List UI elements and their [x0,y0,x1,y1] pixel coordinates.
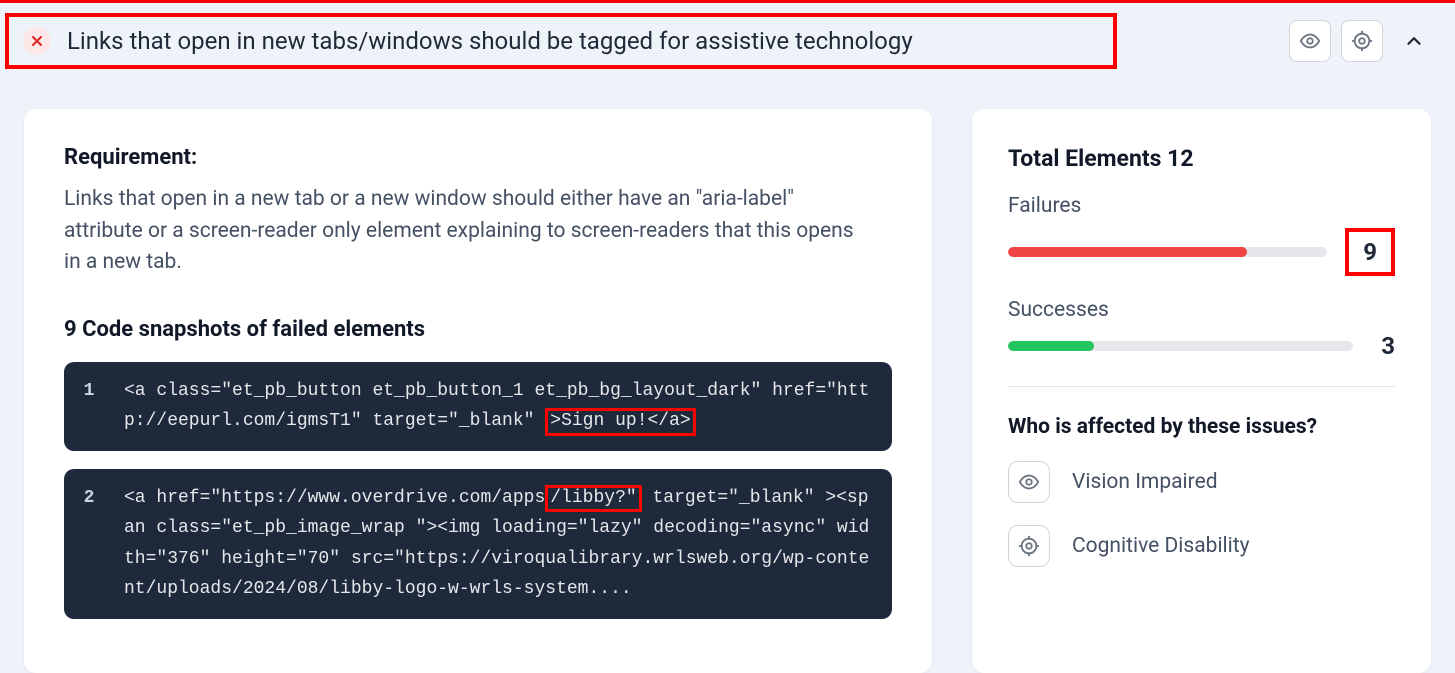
failures-bar [1008,247,1327,257]
code-snapshot: 1 <a class="et_pb_button et_pb_button_1 … [64,362,892,451]
eye-icon-box [1008,461,1050,503]
header-actions [1289,20,1435,62]
successes-bar [1008,341,1353,351]
target-icon-box [1008,525,1050,567]
failures-label: Failures [1008,194,1395,218]
successes-stat: Successes 3 [1008,298,1395,360]
chevron-up-icon [1403,30,1425,52]
snapshot-code: <a class="et_pb_button et_pb_button_1 et… [114,362,892,451]
vision-filter-button[interactable] [1289,20,1331,62]
successes-label: Successes [1008,298,1395,322]
affected-item: Vision Impaired [1008,461,1395,503]
successes-count: 3 [1371,332,1395,360]
summary-card: Total Elements 12 Failures 9 Successes 3… [972,109,1431,673]
total-elements-label: Total Elements 12 [1008,145,1395,172]
code-highlight: >Sign up!</a> [545,408,695,436]
main-card: Requirement: Links that open in a new ta… [24,109,932,673]
snapshot-number: 1 [64,362,114,451]
issue-header: Links that open in new tabs/windows shou… [0,0,1455,79]
eye-icon [1018,471,1040,493]
issue-title: Links that open in new tabs/windows shou… [67,27,913,55]
affected-item: Cognitive Disability [1008,525,1395,567]
snapshot-number: 2 [64,469,114,619]
code-highlight: /libby?" [545,485,641,513]
requirement-label: Requirement: [64,145,892,170]
divider [1008,386,1395,387]
collapse-button[interactable] [1393,20,1435,62]
snapshot-code: <a href="https://www.overdrive.com/apps/… [114,469,892,619]
issue-header-highlight: Links that open in new tabs/windows shou… [5,13,1117,69]
target-icon [1018,535,1040,557]
target-icon [1351,30,1373,52]
affected-label: Cognitive Disability [1072,534,1250,558]
snapshots-heading: 9 Code snapshots of failed elements [64,317,892,342]
eye-icon [1299,30,1321,52]
error-icon [23,27,51,55]
failures-stat: Failures 9 [1008,194,1395,276]
focus-filter-button[interactable] [1341,20,1383,62]
content-row: Requirement: Links that open in a new ta… [0,79,1455,673]
requirement-text: Links that open in a new tab or a new wi… [64,184,854,279]
failures-count: 9 [1345,228,1395,276]
affected-heading: Who is affected by these issues? [1008,415,1395,439]
code-snapshot: 2 <a href="https://www.overdrive.com/app… [64,469,892,619]
affected-label: Vision Impaired [1072,470,1218,494]
